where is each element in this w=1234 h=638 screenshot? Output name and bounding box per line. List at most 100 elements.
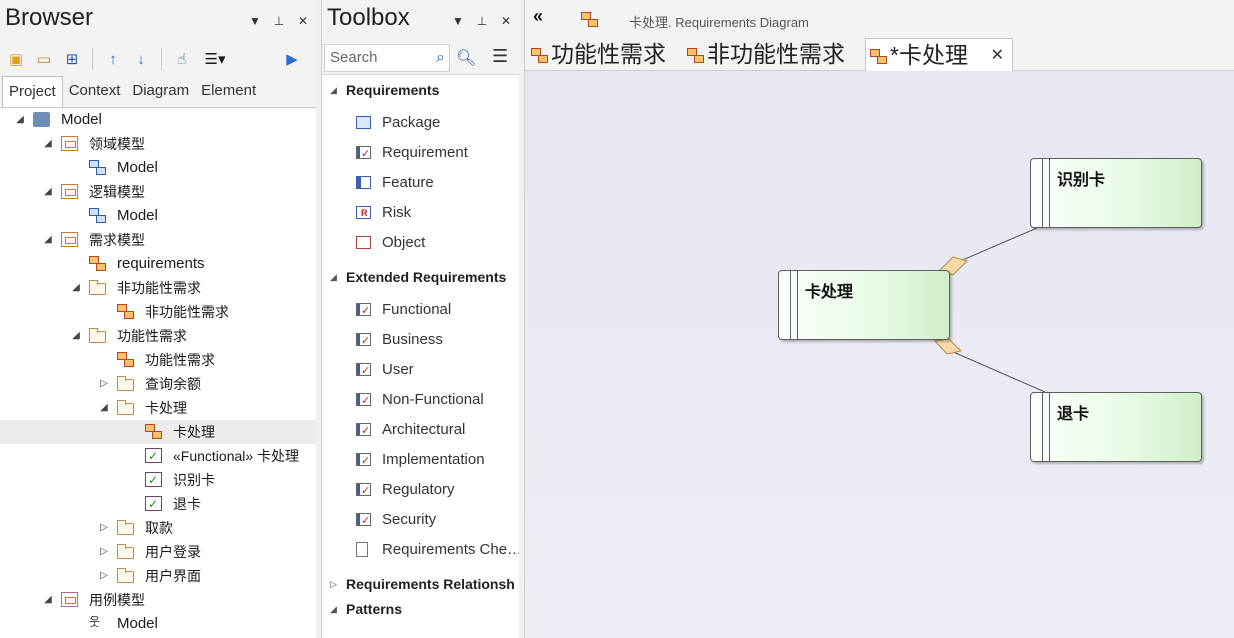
tree-item[interactable]: ◢ 功能性需求	[0, 324, 316, 348]
tree-item[interactable]: requirements	[0, 252, 316, 276]
tree-item[interactable]: «Functional» 卡处理	[0, 444, 316, 468]
tab-functional-requirements[interactable]: 功能性需求	[531, 38, 681, 71]
aggregation-connector[interactable]	[950, 350, 1046, 393]
toolbox-group-extended[interactable]: ◢ Extended Requirements	[322, 264, 519, 290]
collapse-icon[interactable]: ◢	[42, 228, 54, 252]
collapse-icon[interactable]: ◢	[330, 264, 337, 290]
tree-item[interactable]: 识别卡	[0, 468, 316, 492]
expand-icon[interactable]: ▷	[98, 564, 110, 588]
expand-icon[interactable]: ▷	[98, 516, 110, 540]
tree-item[interactable]: ◢ 非功能性需求	[0, 276, 316, 300]
toolbox-group-patterns[interactable]: ◢ Patterns	[322, 596, 519, 622]
browser-toolbar: ▣ ▭ ⊞ ↑ ↓ ☝ ☰▾ ▶	[0, 42, 316, 76]
toolbox-item-risk[interactable]: Risk	[322, 198, 519, 228]
tree-item[interactable]: Model	[0, 156, 316, 180]
open-folder-icon[interactable]: ▭	[32, 47, 56, 71]
item-label: Architectural	[382, 421, 466, 438]
item-label: Object	[382, 234, 426, 251]
expand-icon[interactable]: ▷	[98, 372, 110, 396]
diagram-canvas[interactable]: 识别卡 卡处理 退卡	[525, 71, 1234, 638]
tree-item[interactable]: ◢ 用例模型	[0, 588, 316, 612]
toolbox-item-functional[interactable]: Functional	[322, 295, 519, 326]
dropdown-icon[interactable]: ▼	[451, 14, 465, 28]
menu-icon[interactable]: ☰▾	[198, 47, 232, 71]
tree-item-selected[interactable]: 卡处理	[0, 420, 316, 444]
tab-diagram[interactable]: Diagram	[126, 76, 195, 107]
tree-item[interactable]: 退卡	[0, 492, 316, 516]
tree-item[interactable]: Model	[0, 610, 316, 636]
play-icon[interactable]: ▶	[280, 47, 304, 71]
toolbox-item-feature[interactable]: Feature	[322, 168, 519, 198]
find-icon[interactable]: 🔍︎	[456, 48, 476, 68]
tree-item-label: Model	[117, 159, 158, 176]
collapse-icon[interactable]: ◢	[98, 396, 110, 420]
toolbox-group-relationships[interactable]: ▷ Requirements Relationsh	[322, 571, 519, 597]
toolbox-titlebar: Toolbox ▼ ⊥ ✕	[322, 0, 519, 42]
toolbox-search-input[interactable]: Search ⌕	[324, 44, 450, 72]
collapse-icon[interactable]: ◢	[42, 180, 54, 204]
group-label: Extended Requirements	[346, 269, 507, 285]
collapse-icon[interactable]: ◢	[70, 276, 82, 300]
toolbox-item-requirement[interactable]: Requirement	[322, 138, 519, 169]
locate-icon[interactable]: ☝	[170, 47, 194, 71]
requirement-node-identify-card[interactable]: 识别卡	[1030, 158, 1202, 228]
close-icon[interactable]: ✕	[296, 14, 310, 28]
tree-item[interactable]: 功能性需求	[0, 348, 316, 372]
tab-element[interactable]: Element	[195, 76, 262, 107]
toolbox-item-architectural[interactable]: Architectural	[322, 415, 519, 446]
collapse-icon[interactable]: ◢	[42, 588, 54, 612]
toolbox-item-requirements-checklist[interactable]: Requirements Che…	[322, 535, 519, 565]
aggregation-connector[interactable]	[950, 227, 1038, 266]
requirement-icon	[145, 468, 162, 492]
tab-context[interactable]: Context	[63, 76, 127, 107]
tree-item[interactable]: 非功能性需求	[0, 300, 316, 324]
tab-card-processing[interactable]: *卡处理 ✕	[865, 38, 1013, 71]
new-package-icon[interactable]: ▣	[4, 47, 28, 71]
tree-item-label: Model	[117, 615, 158, 632]
toolbox-item-user[interactable]: User	[322, 355, 519, 386]
close-icon[interactable]: ✕	[499, 14, 513, 28]
dropdown-icon[interactable]: ▼	[248, 14, 262, 28]
move-up-icon[interactable]: ↑	[101, 47, 125, 71]
requirement-node-return-card[interactable]: 退卡	[1030, 392, 1202, 462]
toolbox-item-implementation[interactable]: Implementation	[322, 445, 519, 476]
tree-item[interactable]: ◢ 需求模型	[0, 228, 316, 252]
tab-project[interactable]: Project	[2, 76, 63, 107]
tree-item[interactable]: ◢ 逻辑模型	[0, 180, 316, 204]
tree-item[interactable]: ▷ 用户界面	[0, 564, 316, 588]
toolbox-item-package[interactable]: Package	[322, 108, 519, 138]
collapse-icon[interactable]: ◢	[330, 596, 337, 622]
collapse-icon[interactable]: ◢	[14, 108, 26, 132]
tree-item[interactable]: ◢ Model	[0, 108, 316, 132]
collapse-icon[interactable]: ◢	[70, 324, 82, 348]
pin-icon[interactable]: ⊥	[272, 14, 286, 28]
expand-icon[interactable]: ▷	[330, 571, 337, 597]
tree-item[interactable]: Model	[0, 204, 316, 228]
collapse-icon[interactable]: ◢	[330, 77, 337, 103]
tree-item[interactable]: ◢ 领域模型	[0, 132, 316, 156]
requirement-icon	[356, 296, 371, 326]
toolbox-item-business[interactable]: Business	[322, 325, 519, 356]
collapse-panels-icon[interactable]: «	[533, 6, 543, 27]
pin-icon[interactable]: ⊥	[475, 14, 489, 28]
tree-item[interactable]: ▷ 用户登录	[0, 540, 316, 564]
search-icon[interactable]: ⌕	[436, 45, 445, 71]
toolbox-item-regulatory[interactable]: Regulatory	[322, 475, 519, 506]
toolbox-group-requirements[interactable]: ◢ Requirements	[322, 77, 519, 103]
tab-non-functional-requirements[interactable]: 非功能性需求	[687, 38, 862, 71]
requirement-node-card-processing[interactable]: 卡处理	[778, 270, 950, 340]
move-down-icon[interactable]: ↓	[129, 47, 153, 71]
hamburger-menu-icon[interactable]: ☰	[492, 46, 508, 67]
tree-item[interactable]: ▷ 取款	[0, 516, 316, 540]
tree-item[interactable]: ◢ 卡处理	[0, 396, 316, 420]
close-tab-icon[interactable]: ✕	[991, 39, 1004, 72]
toolbox-item-object[interactable]: Object	[322, 228, 519, 258]
expand-icon[interactable]: ▷	[98, 540, 110, 564]
tree-item[interactable]: ▷ 查询余额	[0, 372, 316, 396]
toolbox-item-non-functional[interactable]: Non-Functional	[322, 385, 519, 416]
toolbox-item-security[interactable]: Security	[322, 505, 519, 536]
tree-item-label: 非功能性需求	[117, 280, 201, 296]
browser-titlebar: Browser ▼ ⊥ ✕	[0, 0, 316, 42]
collapse-icon[interactable]: ◢	[42, 132, 54, 156]
new-diagram-icon[interactable]: ⊞	[60, 47, 84, 71]
